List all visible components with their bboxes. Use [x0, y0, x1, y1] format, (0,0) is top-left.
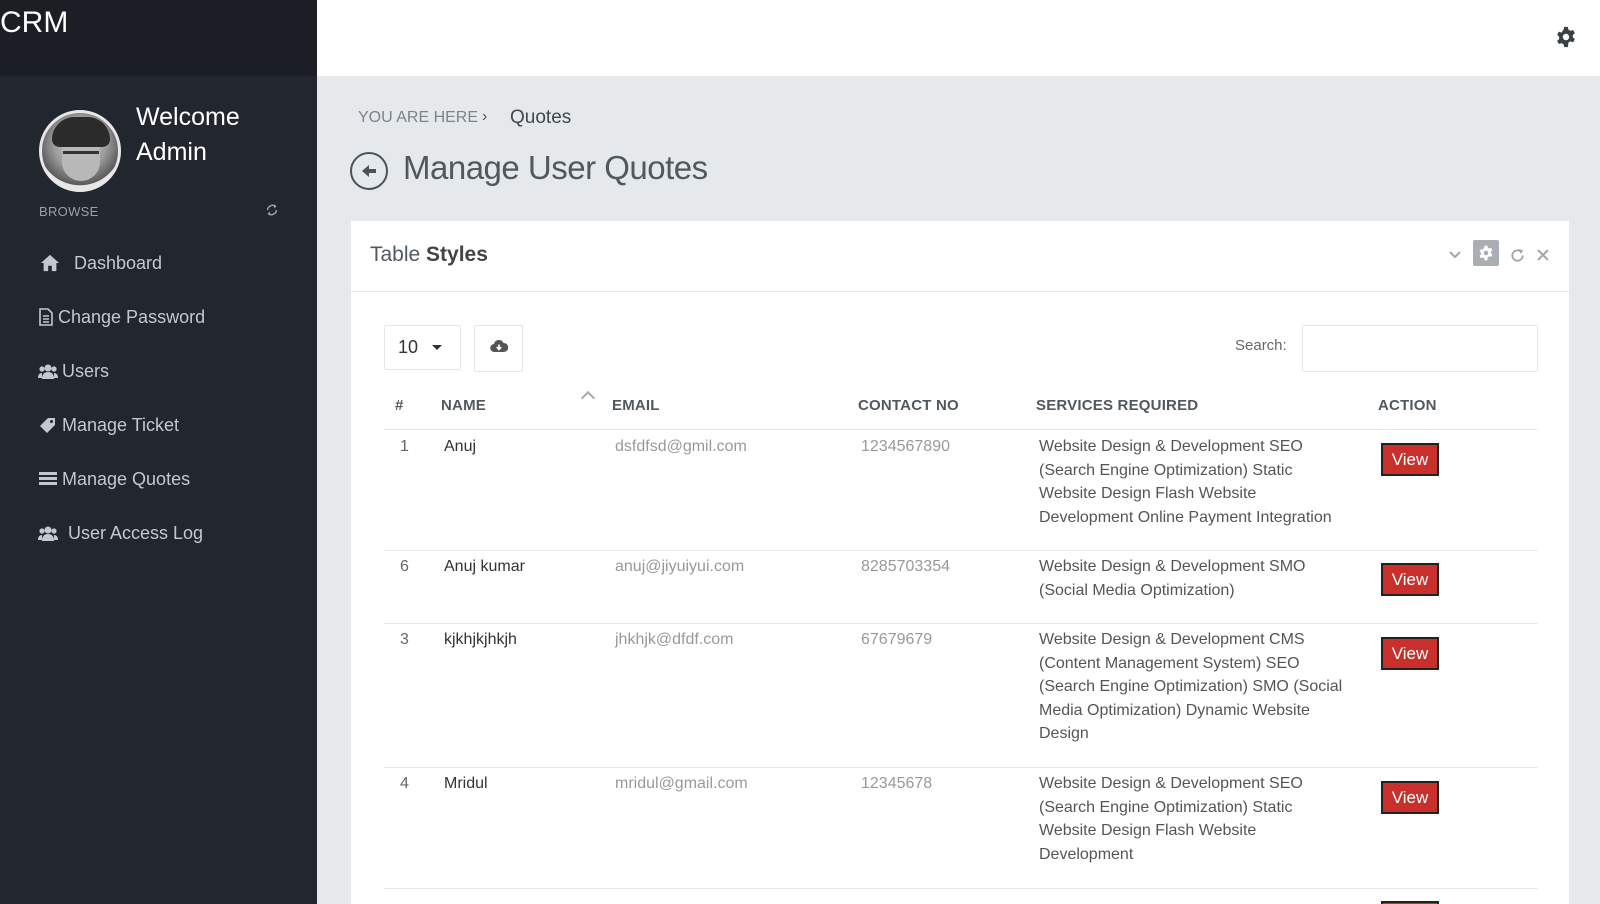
- search-label: Search:: [1235, 337, 1287, 354]
- welcome-text: Welcome Admin: [136, 100, 240, 170]
- cell-services: Website Design & Development SEO (Search…: [1039, 438, 1332, 526]
- sort-asc-icon[interactable]: [580, 390, 596, 406]
- sidebar-item-dashboard[interactable]: Dashboard: [40, 248, 162, 278]
- row-divider: [384, 550, 1538, 551]
- panel-title: Table Styles: [370, 243, 488, 267]
- panel-title-light: Table: [370, 243, 421, 266]
- column-header-name[interactable]: NAME: [441, 397, 486, 414]
- cell-id: 6: [400, 558, 409, 575]
- cell-name: Mridul: [444, 775, 488, 792]
- column-header-id[interactable]: #: [395, 397, 404, 414]
- sidebar-item-label: User Access Log: [68, 522, 204, 543]
- cell-contact: 8285703354: [861, 558, 950, 575]
- sidebar-item-label: Users: [62, 360, 110, 381]
- sidebar-item-label: Dashboard: [74, 252, 163, 273]
- reload-icon[interactable]: [1508, 243, 1526, 267]
- cell-name: kjkhjkjhkjh: [444, 631, 517, 648]
- file-icon: [38, 307, 54, 327]
- users-icon: [38, 523, 58, 543]
- home-icon: [40, 253, 60, 273]
- brand-logo[interactable]: CRM: [0, 6, 68, 40]
- panel-header: Table Styles: [351, 221, 1569, 292]
- panel-gear-icon[interactable]: [1473, 240, 1499, 266]
- search-input[interactable]: [1302, 325, 1538, 372]
- row-divider: [384, 623, 1538, 624]
- close-icon[interactable]: [1535, 243, 1551, 267]
- cell-services: Website Design & Development CMS (Conten…: [1039, 631, 1343, 742]
- view-button[interactable]: View: [1381, 781, 1439, 814]
- sidebar-item-change-password[interactable]: Change Password: [38, 302, 205, 332]
- breadcrumb-current[interactable]: Quotes: [510, 107, 571, 129]
- view-button[interactable]: View: [1381, 563, 1439, 596]
- page-length-select[interactable]: 10: [384, 325, 461, 370]
- cell-id: 3: [400, 631, 409, 648]
- browse-label: BROWSE: [39, 204, 99, 219]
- cell-contact: 12345678: [861, 775, 933, 792]
- cell-name: Anuj: [444, 438, 477, 455]
- top-bar: [317, 0, 1600, 76]
- brand-bar: CRM: [0, 0, 317, 76]
- column-header-action[interactable]: ACTION: [1378, 397, 1437, 414]
- list-icon: [38, 469, 58, 489]
- cell-services: Website Design & Development SEO (Search…: [1039, 775, 1303, 863]
- table-panel: Table Styles 10 Search: # NAME EMAIL CON…: [351, 221, 1569, 904]
- tag-icon: [38, 415, 58, 435]
- cell-services: Website Design & Development SMO (Social…: [1039, 558, 1306, 599]
- page-length-value: 10: [398, 337, 419, 357]
- sidebar-item-manage-ticket[interactable]: Manage Ticket: [38, 410, 179, 440]
- view-button[interactable]: View: [1381, 443, 1439, 476]
- users-icon: [38, 361, 58, 381]
- cell-id: 4: [400, 775, 409, 792]
- cell-email: jhkhjk@dfdf.com: [615, 631, 734, 648]
- column-header-contact[interactable]: CONTACT NO: [858, 397, 959, 414]
- user-name: Admin: [136, 138, 207, 166]
- sidebar-item-label: Manage Quotes: [62, 468, 191, 489]
- row-divider: [384, 888, 1538, 889]
- row-divider: [384, 767, 1538, 768]
- refresh-icon[interactable]: [264, 203, 280, 219]
- avatar: [39, 110, 121, 192]
- cell-email: dsfdfsd@gmil.com: [615, 438, 747, 455]
- cell-email: mridul@gmail.com: [615, 775, 748, 792]
- column-header-services[interactable]: SERVICES REQUIRED: [1036, 397, 1198, 414]
- panel-title-bold: Styles: [426, 243, 488, 266]
- sidebar: CRM Welcome Admin BROWSE Dashboard Chang…: [0, 0, 317, 904]
- page-title: Manage User Quotes: [403, 149, 708, 186]
- cell-contact: 67679679: [861, 631, 933, 648]
- welcome-line: Welcome: [136, 103, 240, 131]
- breadcrumb-label: YOU ARE HERE: [358, 109, 479, 126]
- caret-down-icon: [432, 345, 443, 350]
- view-button[interactable]: View: [1381, 637, 1439, 670]
- sidebar-item-manage-quotes[interactable]: Manage Quotes: [38, 464, 190, 494]
- cloud-download-icon: [489, 339, 508, 358]
- export-button[interactable]: [474, 325, 523, 372]
- cell-id: 1: [400, 438, 409, 455]
- cell-contact: 1234567890: [861, 438, 950, 455]
- sidebar-item-users[interactable]: Users: [38, 356, 109, 386]
- gear-icon[interactable]: [1555, 26, 1577, 48]
- column-header-email[interactable]: EMAIL: [612, 397, 660, 414]
- header-divider: [384, 429, 1538, 430]
- cell-email: anuj@jiyuiyui.com: [615, 558, 745, 575]
- sidebar-item-user-access-log[interactable]: User Access Log: [38, 518, 203, 548]
- chevron-down-icon[interactable]: [1447, 243, 1463, 267]
- sidebar-item-label: Change Password: [58, 306, 206, 327]
- cell-name: Anuj kumar: [444, 558, 525, 575]
- back-arrow-icon[interactable]: [350, 152, 388, 190]
- sidebar-item-label: Manage Ticket: [62, 414, 180, 435]
- breadcrumb-separator: ›: [482, 108, 488, 125]
